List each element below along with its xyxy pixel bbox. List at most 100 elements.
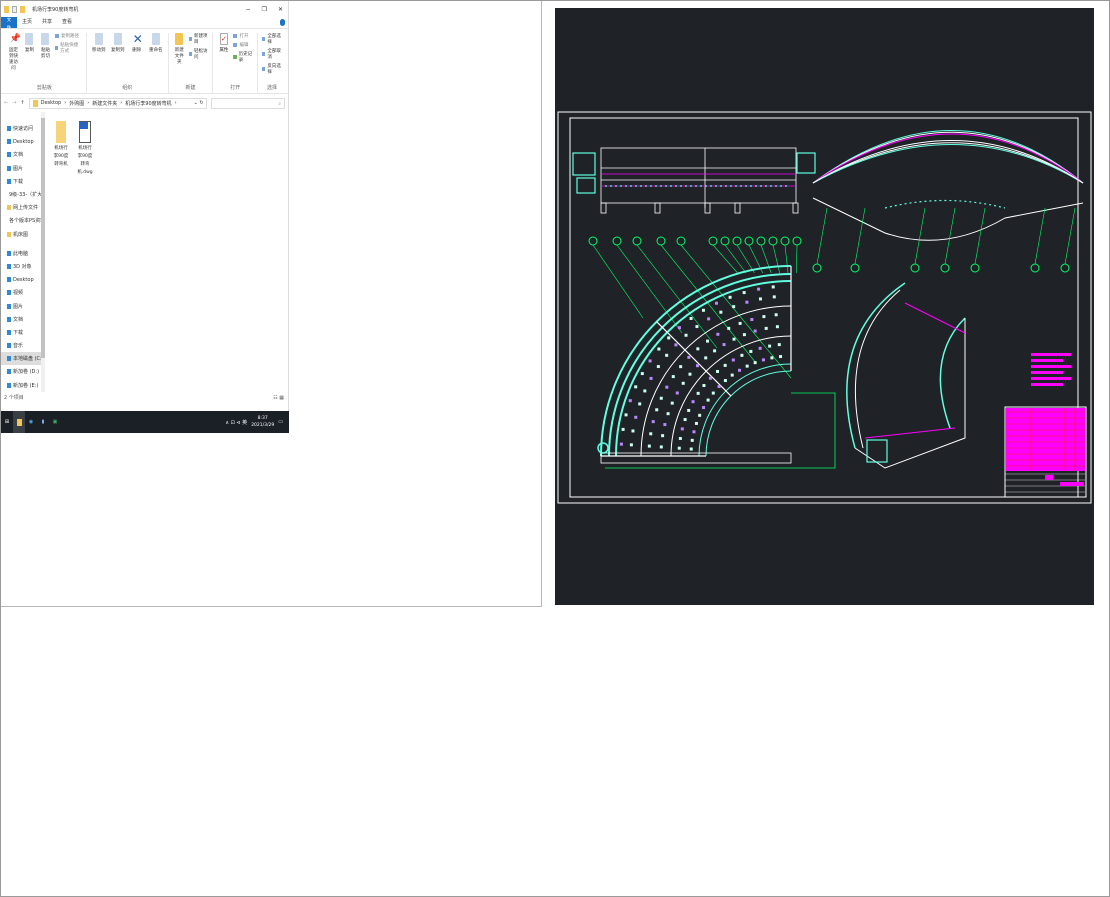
sidebar-item[interactable]: 快速访问 [1, 122, 45, 135]
minimize-button[interactable]: − [246, 6, 251, 13]
delete-icon: ✕ [132, 32, 143, 46]
breadcrumb-item[interactable]: 外购图 [69, 100, 84, 107]
sidebar-item[interactable]: 视频 [1, 286, 45, 299]
new-folder-icon[interactable] [20, 5, 25, 13]
balloon [588, 236, 598, 246]
new-item-button[interactable]: 新建项目 [188, 33, 209, 45]
sidebar-item[interactable]: 本地磁盘 (C:) [1, 352, 45, 366]
motor [796, 152, 816, 174]
taskbar: ⊞ ◉ ▮ ▣ ∧ ⊡ ⊲ 英 8:37 2021/3/29 ▭ [1, 411, 289, 433]
roller [753, 361, 757, 365]
sidebar-item-label: 新加卷 (E:) [13, 382, 39, 389]
back-icon[interactable]: ← [4, 100, 8, 106]
roller [657, 347, 661, 351]
roller [677, 446, 681, 450]
leader-line [592, 244, 644, 319]
properties-icon[interactable] [12, 5, 17, 13]
sidebar-item[interactable]: 图片 [1, 299, 45, 312]
maximize-button[interactable]: ❐ [262, 6, 267, 13]
paste-icon [41, 33, 50, 45]
clipboard-group: 📌 固定到快速访问 复制 粘贴 剪切 复制路径 粘贴快捷方式 剪贴板 [3, 33, 87, 93]
sidebar-item[interactable]: Desktop [1, 135, 45, 148]
sidebar-item[interactable]: 新加卷 (E:) [1, 379, 45, 392]
view-toggle-icons[interactable]: ☷ ▦ [273, 395, 284, 401]
spreadsheet-taskbar-icon[interactable]: ▣ [49, 411, 61, 433]
balloon [656, 236, 666, 246]
cad-drawing-panel [555, 8, 1094, 605]
open-group: ✓ 属性 打开 编辑 历史记录 打开 [213, 33, 259, 93]
roller [707, 317, 711, 321]
move-icon [94, 33, 103, 45]
open-button[interactable]: 打开 [233, 33, 253, 39]
refresh-icon[interactable]: ⌄ ↻ [194, 100, 206, 106]
document-taskbar-icon[interactable]: ▮ [37, 411, 49, 433]
sidebar-item[interactable]: 此电脑 [1, 247, 45, 260]
sidebar-item[interactable]: 9级-33-（扩大） [1, 188, 45, 201]
tray-icons[interactable]: ∧ ⊡ ⊲ 英 [225, 419, 247, 426]
sidebar-item[interactable]: 文档 [1, 313, 45, 326]
balloon [632, 236, 642, 246]
sidebar-item[interactable]: Desktop [1, 273, 45, 286]
roller [702, 406, 706, 410]
breadcrumb-current[interactable]: 机场行李90度转弯机 [125, 100, 171, 107]
clock[interactable]: 8:37 2021/3/29 [251, 415, 274, 429]
tab-share[interactable]: 共享 [37, 17, 57, 28]
history-button[interactable]: 历史记录 [233, 51, 253, 63]
sidebar-item[interactable]: 新加卷 (D:) [1, 365, 45, 378]
properties-icon: ✓ [219, 33, 228, 45]
sidebar-item[interactable]: 下载 [1, 326, 45, 339]
copy-path-button[interactable]: 复制路径 [54, 33, 82, 39]
roller [777, 343, 781, 347]
windows-start-icon[interactable]: ⊞ [1, 411, 13, 433]
invert-selection-button[interactable]: 反向选择 [262, 63, 282, 75]
balloon [780, 236, 790, 246]
roller [651, 420, 655, 424]
tab-home[interactable]: 主页 [17, 17, 37, 28]
sidebar-item[interactable]: 3D 对象 [1, 260, 45, 273]
system-tray[interactable]: ∧ ⊡ ⊲ 英 8:37 2021/3/29 ▭ [225, 415, 289, 429]
tab-file[interactable]: 文件 [1, 17, 17, 31]
plan-end [600, 452, 792, 464]
leader-line [736, 244, 755, 274]
roller [663, 423, 667, 427]
address-bar[interactable]: Desktop › 外购图 › 新建文件夹 › 机场行李90度转弯机 › ⌄ ↻ [28, 97, 207, 109]
notification-icon[interactable]: ▭ [278, 419, 283, 425]
sidebar-item-label: 网上传文件 [13, 205, 39, 212]
up-icon[interactable]: ↑ [20, 100, 24, 106]
breadcrumb-desktop[interactable]: Desktop [41, 100, 62, 106]
sidebar-item[interactable]: 文档 [1, 148, 45, 161]
select-all-button[interactable]: 全部选择 [262, 33, 282, 45]
easy-access-button[interactable]: 轻松访问 [188, 48, 209, 60]
sidebar-item[interactable]: 音乐 [1, 339, 45, 352]
sidebar-item-label: 各个版本PS资料 [9, 218, 45, 225]
browser-taskbar-icon[interactable]: ◉ [25, 411, 37, 433]
folder-item[interactable]: 机场行李90度转弯机 [53, 121, 69, 383]
close-button[interactable]: ✕ [278, 6, 283, 13]
tab-view[interactable]: 查看 [57, 17, 77, 28]
cut-button[interactable]: 剪切 [41, 54, 50, 60]
select-none-button[interactable]: 全部取消 [262, 48, 282, 60]
balloon [756, 236, 766, 246]
title-bar: 机场行李90度转弯机 − ❐ ✕ [1, 1, 288, 17]
help-icon[interactable] [280, 19, 285, 26]
nav-scrollbar[interactable] [41, 112, 45, 392]
roller [779, 355, 783, 359]
sidebar-item[interactable]: 网上传文件 [1, 201, 45, 214]
edit-button[interactable]: 编辑 [233, 42, 253, 48]
forward-icon[interactable]: → [12, 100, 16, 106]
scrollbar-thumb[interactable] [41, 118, 45, 358]
dwg-file-item[interactable]: 机场行李90度转弯机.dwg [77, 121, 93, 383]
roller [719, 310, 723, 314]
file-explorer-taskbar-icon[interactable] [13, 411, 25, 433]
sidebar-item-label: 快速访问 [13, 126, 34, 133]
status-bar: 2 个项目 ☷ ▦ [1, 392, 288, 403]
search-input[interactable]: ⌕ [210, 97, 285, 109]
sidebar-item[interactable]: 图片 [1, 162, 45, 175]
iso-base [812, 197, 1084, 241]
breadcrumb-item[interactable]: 新建文件夹 [92, 100, 117, 107]
paste-shortcut-button[interactable]: 粘贴快捷方式 [54, 42, 82, 54]
sidebar-item[interactable]: 各个版本PS资料 [1, 214, 45, 227]
sidebar-item[interactable]: 下载 [1, 175, 45, 188]
window-title: 机场行李90度转弯机 [32, 6, 79, 13]
sidebar-item[interactable]: 机床图 [1, 228, 45, 241]
